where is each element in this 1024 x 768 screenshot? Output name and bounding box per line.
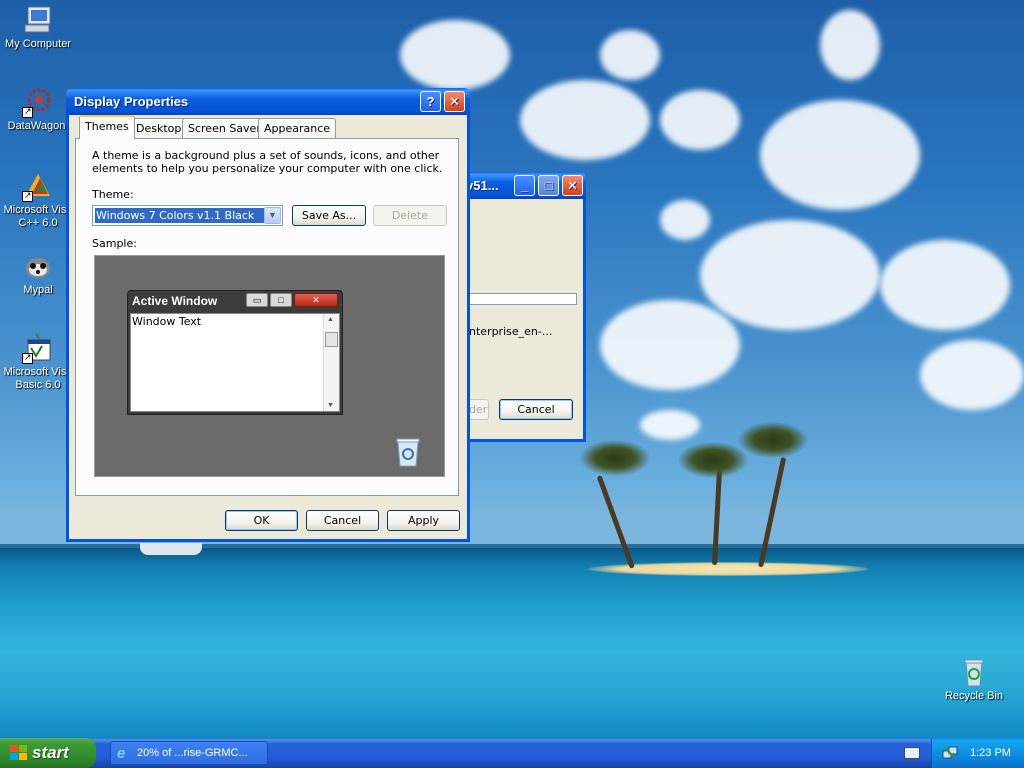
mypal-icon xyxy=(22,250,54,282)
sample-preview: Active Window ▭ □ ✕ Window Text ▲ ▼ xyxy=(94,255,445,477)
clock[interactable]: 1:23 PM xyxy=(970,747,1011,759)
cancel-button[interactable]: Cancel xyxy=(306,510,379,531)
sample-window-text: Window Text xyxy=(132,315,202,328)
desktop-icon-label: Recycle Bin xyxy=(944,690,1004,702)
recycle-bin-icon xyxy=(958,656,990,688)
desktop-icon-recycle-bin[interactable]: Recycle Bin xyxy=(936,656,1012,703)
theme-select-value: Windows 7 Colors v1.1 Black xyxy=(95,208,264,223)
recycle-bin-icon xyxy=(395,436,421,471)
sample-maximize-icon: □ xyxy=(270,293,292,307)
tab-appearance[interactable]: Appearance xyxy=(258,118,337,138)
delete-button[interactable]: Delete xyxy=(373,205,447,226)
close-button[interactable]: ✕ xyxy=(562,175,583,196)
cancel-button[interactable]: Cancel xyxy=(499,399,573,420)
theme-description: A theme is a background plus a set of so… xyxy=(92,149,443,175)
datawagon-icon xyxy=(22,86,54,118)
ok-button[interactable]: OK xyxy=(225,510,298,531)
boat xyxy=(140,543,202,555)
save-as-button[interactable]: Save As... xyxy=(292,205,366,226)
maximize-button[interactable]: □ xyxy=(538,175,559,196)
desktop-icon-label: My Computer xyxy=(4,38,72,50)
sample-close-icon: ✕ xyxy=(294,293,338,307)
desktop-icon-label: Microsoft Visu C++ 6.0 xyxy=(3,204,73,229)
windows-logo-icon xyxy=(10,745,28,766)
visual-basic-icon xyxy=(22,332,54,364)
file-name-text: nterprise_en-... xyxy=(469,325,553,338)
chevron-down-icon[interactable]: ▼ xyxy=(264,207,281,224)
display-properties-window[interactable]: Display Properties ? ✕ Themes Desktop Sc… xyxy=(66,88,470,542)
close-button[interactable]: ✕ xyxy=(444,91,465,112)
progress-bar xyxy=(469,293,577,305)
help-button[interactable]: ? xyxy=(420,91,441,112)
window-title: Display Properties xyxy=(74,94,189,109)
desktop-icon-label: DataWagon. xyxy=(7,120,69,132)
sample-window-body: Window Text ▲ ▼ xyxy=(130,313,340,412)
partial-button[interactable]: der xyxy=(469,399,489,420)
taskbar-item-label: 20% of ...rise-GRMC... xyxy=(137,747,248,759)
tab-themes[interactable]: Themes xyxy=(79,115,135,139)
sample-label: Sample: xyxy=(92,237,137,250)
display-properties-titlebar[interactable]: Display Properties ? ✕ xyxy=(66,88,470,115)
sample-window-title: Active Window xyxy=(132,294,218,308)
window-title: v51... xyxy=(466,178,499,193)
taskbar: start e 20% of ...rise-GRMC... 1:23 PM xyxy=(0,738,1024,768)
system-tray: 1:23 PM xyxy=(931,738,1024,768)
tab-desktop[interactable]: Desktop xyxy=(130,118,188,138)
desktop-icon-visual-basic[interactable]: Microsoft Visu Basic 6.0 xyxy=(0,332,76,392)
desktop-icon-my-computer[interactable]: My Computer xyxy=(0,4,76,51)
apply-button[interactable]: Apply xyxy=(387,510,460,531)
themes-tab-panel: A theme is a background plus a set of so… xyxy=(75,138,459,496)
visual-cpp-icon xyxy=(22,170,54,202)
desktop-icon-visual-cpp[interactable]: Microsoft Visu C++ 6.0 xyxy=(0,170,76,230)
taskbar-item-download[interactable]: e 20% of ...rise-GRMC... xyxy=(110,741,268,765)
minimize-button[interactable]: _ xyxy=(514,175,535,196)
desktop-icon-mypal[interactable]: Mypal xyxy=(0,250,76,297)
computer-icon xyxy=(22,4,54,36)
desktop-icon-datawagon[interactable]: DataWagon. xyxy=(0,86,76,133)
internet-explorer-icon: e xyxy=(117,745,126,762)
keyboard-icon[interactable] xyxy=(904,747,920,759)
desktop-icon-label: Mypal xyxy=(23,284,53,296)
sample-active-window: Active Window ▭ □ ✕ Window Text ▲ ▼ xyxy=(127,290,343,415)
tab-screen-saver[interactable]: Screen Saver xyxy=(182,118,267,138)
start-button[interactable]: start xyxy=(0,738,96,768)
desktop-icon-label: Microsoft Visu Basic 6.0 xyxy=(3,366,73,391)
theme-label: Theme: xyxy=(92,188,134,201)
start-label: start xyxy=(32,743,69,762)
sample-minimize-icon: ▭ xyxy=(246,293,268,307)
theme-select[interactable]: Windows 7 Colors v1.1 Black ▼ xyxy=(92,205,283,226)
sample-scrollbar: ▲ ▼ xyxy=(323,314,339,411)
network-icon[interactable] xyxy=(942,745,958,764)
